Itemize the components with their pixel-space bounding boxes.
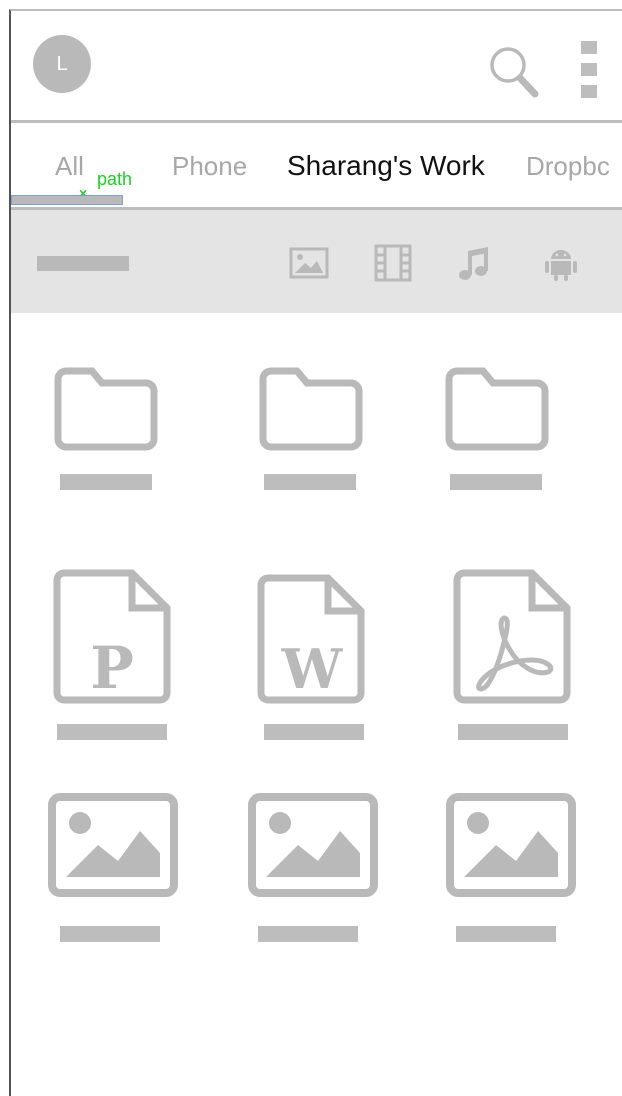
file-name-placeholder [450,474,542,490]
file-name-placeholder [60,474,152,490]
word-file-icon[interactable]: W [256,573,366,708]
tab-indicator [11,195,123,205]
file-name-placeholder [258,926,358,942]
image-file-icon[interactable] [446,793,576,897]
folder-icon[interactable] [445,367,549,451]
file-name-placeholder [264,724,364,740]
tab-all[interactable]: All [55,151,84,182]
more-vert-icon[interactable] [581,41,597,99]
filter-bar [11,210,622,313]
image-file-icon[interactable] [48,793,178,897]
tab-sharangs-work[interactable]: Sharang's Work [287,150,485,182]
file-name-placeholder [264,474,356,490]
android-icon[interactable] [541,243,581,283]
music-icon[interactable] [454,243,494,283]
svg-text:P: P [90,634,134,702]
powerpoint-file-icon[interactable]: P [52,568,172,708]
file-name-placeholder [456,926,556,942]
tab-bar: All Phone Sharang's Work Dropbc path × [11,125,622,210]
path-annotation-label: path [97,169,133,189]
avatar[interactable]: L [33,35,91,93]
file-name-placeholder [60,926,160,942]
filter-title-placeholder [37,256,129,271]
film-icon[interactable] [373,243,413,283]
folder-icon[interactable] [54,367,158,451]
search-icon[interactable] [489,46,539,98]
tab-dropbox[interactable]: Dropbc [526,151,610,182]
file-name-placeholder [458,724,568,740]
pdf-file-icon[interactable] [452,568,572,708]
tab-phone[interactable]: Phone [172,151,247,182]
folder-icon[interactable] [259,367,363,451]
file-name-placeholder [57,724,167,740]
image-file-icon[interactable] [248,793,378,897]
image-icon[interactable] [289,243,329,283]
app-header: L [11,11,622,123]
svg-text:W: W [281,637,344,701]
